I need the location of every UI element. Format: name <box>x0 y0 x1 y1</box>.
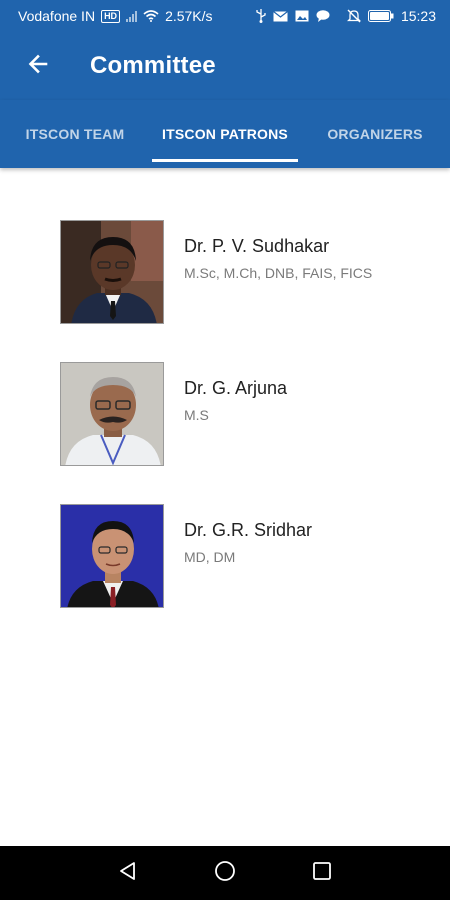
tab-itscon-patrons[interactable]: ITSCON PATRONS <box>150 100 300 168</box>
patron-photo <box>60 362 164 466</box>
patron-name: Dr. G. Arjuna <box>184 378 288 398</box>
tab-organizers[interactable]: ORGANIZERS <box>300 100 450 168</box>
patron-info: Dr. G.R. Sridhar MD, DM <box>184 504 374 608</box>
back-button[interactable] <box>0 32 80 100</box>
network-speed: 2.57K/s <box>165 8 213 24</box>
list-item[interactable]: Dr. G.R. Sridhar MD, DM <box>60 504 420 608</box>
carrier-name: Vodafone IN <box>18 8 96 24</box>
patron-qualifications: M.Sc, M.Ch, DNB, FAIS, FICS <box>184 265 373 281</box>
battery-icon <box>367 10 394 22</box>
status-right: 15:23 <box>256 8 436 24</box>
patron-name: Dr. P. V. Sudhakar <box>184 236 330 256</box>
patron-info: Dr. P. V. Sudhakar M.Sc, M.Ch, DNB, FAIS… <box>184 220 374 324</box>
status-left: Vodafone IN HD 2.57K/s <box>18 8 213 24</box>
back-triangle-icon <box>117 860 139 887</box>
usb-icon <box>256 9 266 23</box>
wifi-icon <box>143 10 159 22</box>
patron-photo <box>60 220 164 324</box>
mute-icon <box>346 9 361 23</box>
tab-itscon-team[interactable]: ITSCON TEAM <box>0 100 150 168</box>
app-bar: Committee <box>0 32 450 100</box>
tab-bar: ITSCON TEAM ITSCON PATRONS ORGANIZERS <box>0 100 450 168</box>
nav-home-button[interactable] <box>201 849 249 897</box>
clock: 15:23 <box>400 8 436 24</box>
list-item[interactable]: Dr. G. Arjuna M.S <box>60 362 420 466</box>
recents-square-icon <box>312 861 332 886</box>
list-item[interactable]: Dr. P. V. Sudhakar M.Sc, M.Ch, DNB, FAIS… <box>60 220 420 324</box>
patron-qualifications: M.S <box>184 407 209 423</box>
patron-name: Dr. G.R. Sridhar <box>184 520 313 540</box>
home-circle-icon <box>214 860 236 887</box>
patron-photo <box>60 504 164 608</box>
nav-back-button[interactable] <box>104 849 152 897</box>
patron-info: Dr. G. Arjuna M.S <box>184 362 374 466</box>
mail-icon <box>273 10 288 22</box>
signal-icon <box>126 10 138 22</box>
nav-recents-button[interactable] <box>298 849 346 897</box>
patron-qualifications: MD, DM <box>184 549 236 565</box>
page-title: Committee <box>90 52 216 79</box>
system-nav-bar <box>0 846 450 900</box>
arrow-left-icon <box>28 52 50 81</box>
status-bar: Vodafone IN HD 2.57K/s 15:23 <box>0 0 450 32</box>
hd-badge: HD <box>101 9 121 23</box>
image-icon <box>295 10 309 22</box>
chat-icon <box>316 10 330 22</box>
